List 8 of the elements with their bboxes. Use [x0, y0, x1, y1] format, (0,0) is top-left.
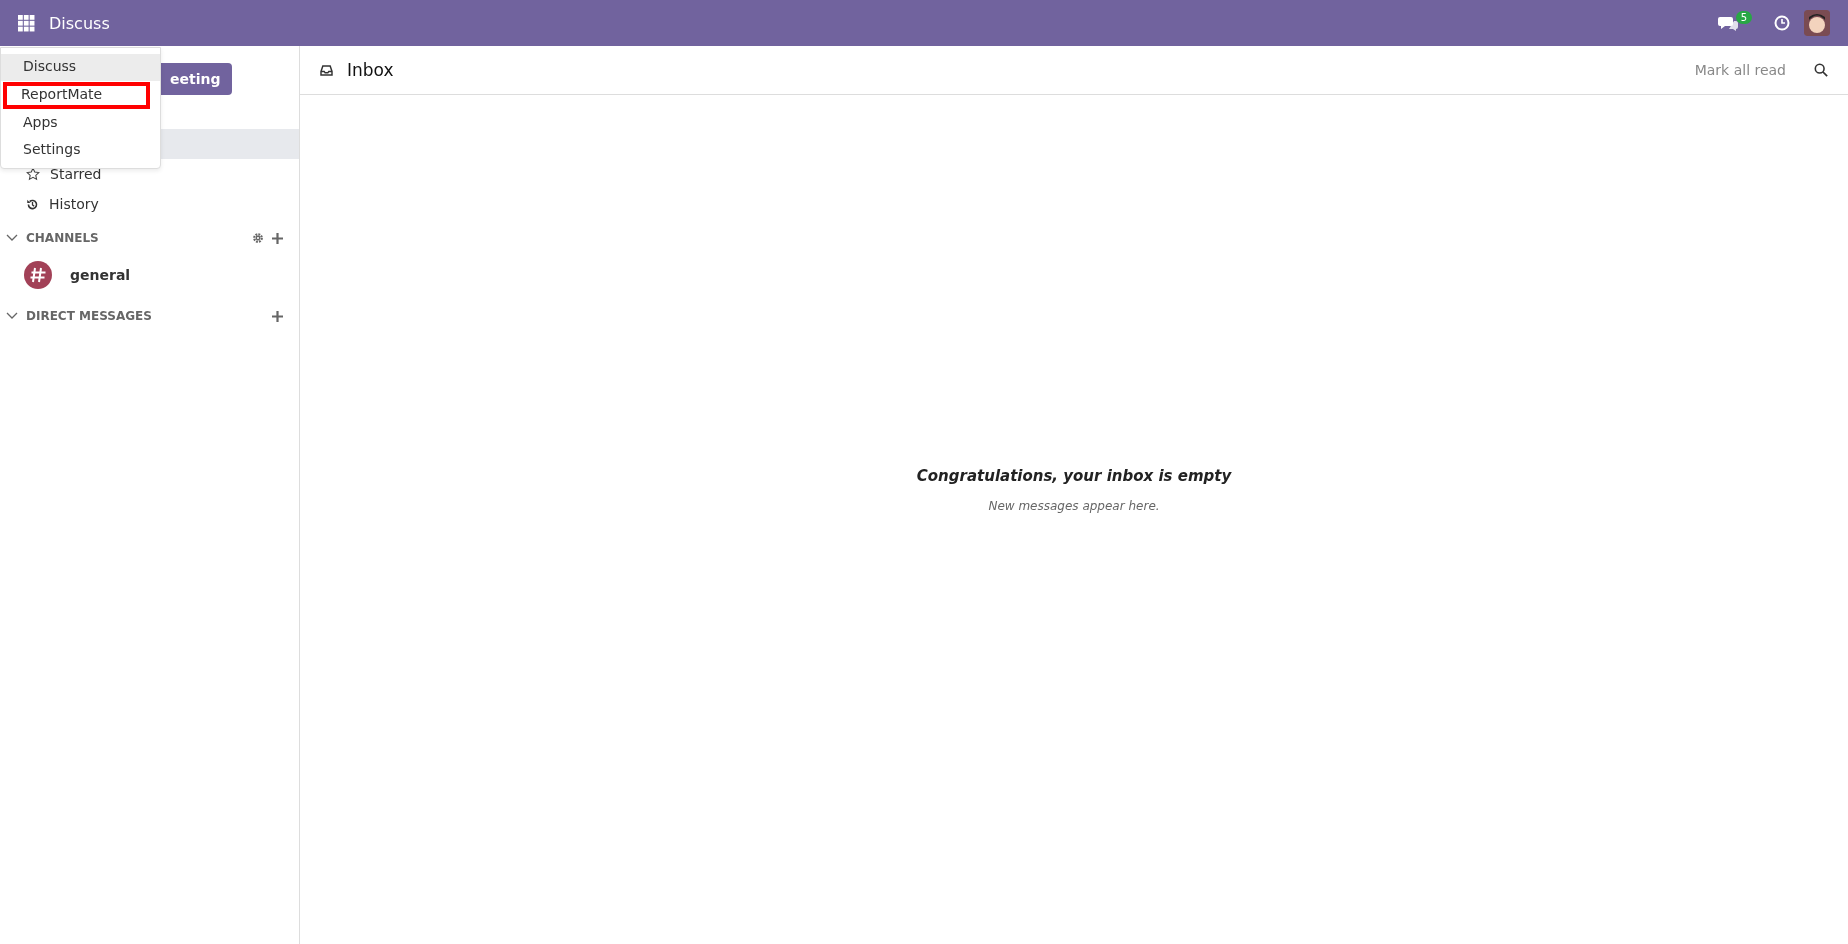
empty-state-title: Congratulations, your inbox is empty	[916, 466, 1232, 485]
section-title: CHANNELS	[26, 231, 99, 245]
sidebar-item-label: Starred	[50, 166, 102, 182]
page-title: Inbox	[347, 60, 394, 80]
sidebar-item-label: History	[49, 196, 99, 212]
notification-badge: 5	[1735, 10, 1752, 24]
section-title: DIRECT MESSAGES	[26, 309, 152, 323]
empty-state-subtitle: New messages appear here.	[988, 498, 1160, 513]
